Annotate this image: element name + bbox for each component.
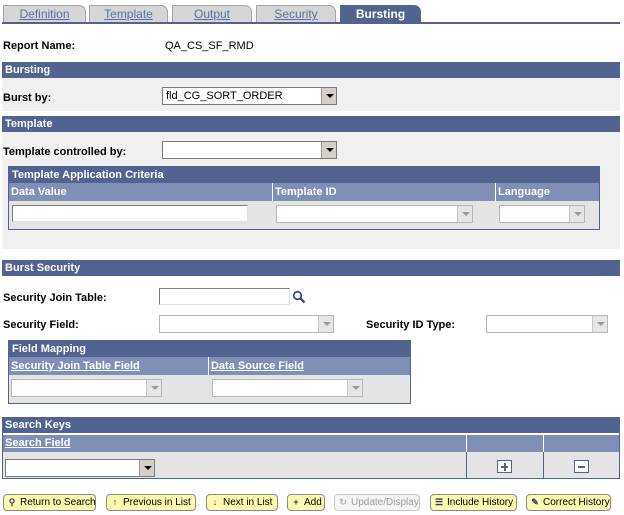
data-source-field-select[interactable]: [212, 379, 363, 397]
security-id-type-label: Security ID Type:: [366, 319, 456, 331]
chevron-down-icon: [592, 316, 607, 332]
update-display-label: Update/Display: [351, 497, 419, 508]
include-history-button[interactable]: ☰ Include History: [430, 494, 517, 511]
previous-icon: ↑: [112, 497, 118, 507]
template-controlled-by-label: Template controlled by:: [3, 146, 127, 158]
include-history-label: Include History: [447, 497, 514, 508]
security-join-table-field-select[interactable]: [11, 379, 162, 397]
column-search-field[interactable]: Search Field: [3, 435, 467, 452]
report-name-value: QA_CS_SF_RMD: [165, 40, 254, 52]
tab-bursting[interactable]: Bursting: [340, 5, 421, 23]
template-criteria-title: Template Application Criteria: [9, 167, 599, 183]
burst-by-label: Burst by:: [3, 92, 52, 104]
delete-row-icon[interactable]: [574, 460, 589, 473]
bursting-section-header: Bursting: [2, 62, 620, 78]
return-to-search-button[interactable]: ⚲ Return to Search: [3, 494, 96, 511]
chevron-down-icon: [347, 380, 362, 396]
burst-security-section-header: Burst Security: [2, 260, 620, 276]
chevron-down-icon: [318, 316, 333, 332]
previous-in-list-button[interactable]: ↑ Previous in List: [106, 494, 196, 511]
add-row-icon[interactable]: [497, 460, 512, 473]
burst-by-value: fld_CG_SORT_ORDER: [166, 90, 283, 102]
add-icon: +: [293, 497, 299, 507]
report-name-label: Report Name:: [3, 40, 76, 52]
security-field-label: Security Field:: [3, 319, 79, 331]
field-mapping-title: Field Mapping: [9, 341, 410, 357]
next-icon: ↓: [212, 497, 218, 507]
data-value-input[interactable]: [12, 205, 248, 222]
security-id-type-select[interactable]: [486, 315, 608, 333]
language-select[interactable]: [499, 205, 585, 223]
tab-output[interactable]: Output: [172, 5, 252, 23]
chevron-down-icon: [321, 142, 336, 158]
security-join-table-input[interactable]: [159, 288, 290, 305]
template-controlled-by-select[interactable]: [162, 141, 337, 159]
correct-history-button[interactable]: ✎ Correct History: [526, 494, 611, 511]
chevron-down-icon: [457, 206, 472, 222]
column-data-value: Data Value: [9, 183, 273, 201]
chevron-down-icon: [321, 88, 336, 104]
chevron-down-icon: [139, 460, 154, 476]
search-keys-divider: [466, 452, 467, 478]
update-display-button: ↻ Update/Display: [334, 494, 420, 511]
search-keys-divider: [543, 452, 544, 478]
add-label: Add: [304, 497, 322, 508]
column-security-join-table-field[interactable]: Security Join Table Field: [9, 357, 209, 375]
column-add-spacer: [467, 435, 544, 452]
correct-history-icon: ✎: [531, 497, 539, 507]
tab-underline: [2, 22, 620, 24]
correct-history-label: Correct History: [543, 497, 610, 508]
add-button[interactable]: + Add: [287, 494, 325, 511]
security-join-table-label: Security Join Table:: [3, 292, 107, 304]
tab-security[interactable]: Security: [256, 5, 336, 23]
tab-definition[interactable]: Definition: [3, 5, 86, 23]
chevron-down-icon: [146, 380, 161, 396]
history-icon: ☰: [434, 497, 444, 507]
template-id-select[interactable]: [276, 205, 473, 223]
tab-template[interactable]: Template: [89, 5, 168, 23]
column-delete-spacer: [544, 435, 619, 452]
chevron-down-icon: [569, 206, 584, 222]
column-language: Language: [496, 183, 599, 201]
update-icon: ↻: [339, 497, 347, 507]
next-in-list-label: Next in List: [223, 497, 273, 508]
search-icon: ⚲: [8, 497, 16, 507]
template-section-header: Template: [2, 116, 620, 132]
column-template-id: Template ID: [273, 183, 496, 201]
burst-by-select[interactable]: fld_CG_SORT_ORDER: [162, 87, 337, 105]
search-icon[interactable]: [292, 290, 306, 304]
column-data-source-field[interactable]: Data Source Field: [209, 357, 410, 375]
security-field-select[interactable]: [159, 315, 334, 333]
next-in-list-button[interactable]: ↓ Next in List: [206, 494, 278, 511]
return-to-search-label: Return to Search: [20, 497, 96, 508]
search-field-select[interactable]: [5, 459, 155, 477]
previous-in-list-label: Previous in List: [123, 497, 191, 508]
